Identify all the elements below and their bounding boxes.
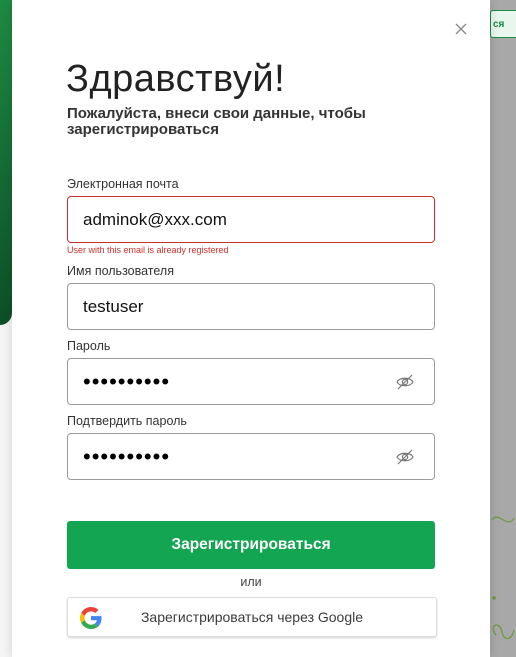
page-subtitle: Пожалуйста, внеси свои данные, чтобы зар… — [67, 105, 366, 138]
password-field[interactable] — [68, 359, 434, 404]
background-green-card — [0, 0, 12, 325]
page-title: Здравствуй! — [66, 58, 286, 100]
confirm-password-field-wrapper — [67, 433, 435, 480]
email-error-message: User with this email is already register… — [67, 245, 229, 255]
email-field[interactable] — [68, 197, 434, 242]
username-field-wrapper — [67, 283, 435, 330]
eye-off-icon[interactable] — [396, 449, 414, 465]
eye-off-icon[interactable] — [396, 374, 414, 390]
confirm-password-field[interactable] — [68, 434, 434, 479]
register-button[interactable]: Зарегистрироваться — [67, 521, 435, 569]
confirm-password-label: Подтвердить пароль — [67, 414, 187, 428]
background-decoration — [491, 516, 515, 640]
background-register-button: ся — [490, 10, 516, 38]
password-field-wrapper — [67, 358, 435, 405]
password-label: Пароль — [67, 339, 111, 353]
username-field[interactable] — [68, 284, 434, 329]
username-label: Имя пользователя — [67, 264, 174, 278]
registration-modal: Здравствуй! Пожалуйста, внеси свои данны… — [12, 0, 490, 657]
google-register-label: Зарегистрироваться через Google — [140, 609, 364, 625]
email-label: Электронная почта — [67, 177, 179, 191]
or-divider-text: или — [240, 575, 262, 589]
google-register-button[interactable]: Зарегистрироваться через Google — [67, 597, 437, 637]
close-icon[interactable] — [453, 21, 469, 37]
email-field-wrapper — [67, 196, 435, 243]
